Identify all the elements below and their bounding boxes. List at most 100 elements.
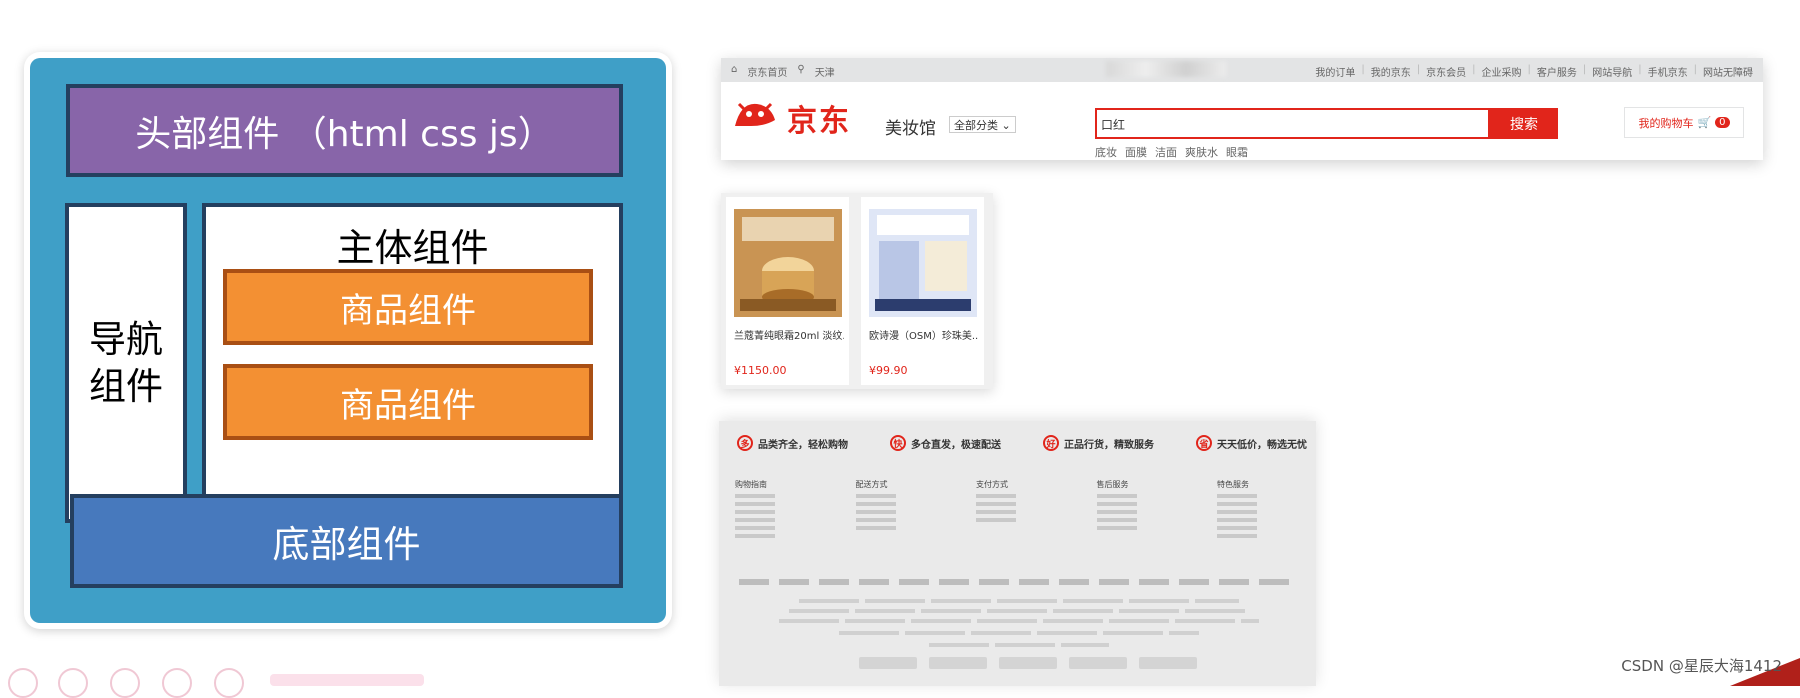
slogan-item: 好正品行货，精致服务 (1043, 435, 1154, 451)
topbar-links: 我的订单 | 我的京东 | 京东会员 | 企业采购 | 客户服务 | 网站导航 | 手机京东… (1315, 64, 1753, 79)
footer-badge (999, 657, 1057, 669)
jd-header-screenshot: ⌂ 京东首页 ⚲ 天津 我的订单 | 我的京东 | 京东会员 | 企业采购 | 客户服务… (721, 58, 1763, 160)
jd-logo[interactable]: 京东 (731, 88, 851, 139)
hot-word[interactable]: 洁面 (1155, 144, 1177, 160)
separator: | (1638, 64, 1642, 75)
footer-column-title: 购物指南 (735, 480, 767, 489)
topbar-location[interactable]: 天津 (815, 64, 835, 79)
separator: | (1361, 64, 1365, 75)
main-component-title: 主体组件 (336, 226, 489, 270)
slogan-badge-icon: 多 (737, 435, 753, 451)
separator: | (1472, 64, 1476, 75)
footer-legal-line (929, 643, 1109, 647)
footer-badges (859, 657, 1219, 671)
main-component-block: 主体组件 商品组件 商品组件 (202, 203, 623, 523)
jd-footer-screenshot: 多品类齐全，轻松购物 快多仓直发，极速配送 好正品行货，精致服务 省天天低价，畅… (719, 421, 1316, 686)
pen-icon[interactable] (8, 668, 38, 698)
slogan-item: 省天天低价，畅选无忧 (1196, 435, 1307, 451)
category-label: 全部分类 (954, 119, 998, 132)
topbar-link[interactable]: 我的订单 (1315, 64, 1355, 79)
separator: | (1527, 64, 1531, 75)
footer-component-block: 底部组件 (70, 494, 623, 588)
channel-name: 美妆馆 (885, 119, 936, 139)
screen-icon[interactable] (162, 668, 192, 698)
footer-badge (859, 657, 917, 669)
slogan-text: 品类齐全，轻松购物 (758, 439, 848, 451)
hot-word[interactable]: 底妆 (1095, 144, 1117, 160)
slogan-badge-icon: 好 (1043, 435, 1059, 451)
footer-column-title: 配送方式 (855, 480, 888, 489)
footer-column-title: 支付方式 (976, 480, 1008, 489)
slogan-badge-icon: 快 (890, 435, 906, 451)
product-image (734, 209, 842, 317)
product-component-block-2: 商品组件 (223, 364, 593, 440)
hot-word[interactable]: 面膜 (1125, 144, 1147, 160)
topbar-link[interactable]: 网站无障碍 (1703, 64, 1753, 79)
slogan-badge-icon: 省 (1196, 435, 1212, 451)
hot-word[interactable]: 眼霜 (1226, 144, 1248, 160)
jd-logo-text: 京东 (787, 104, 851, 139)
product-list-screenshot: 兰蔻菁纯眼霜20ml 淡纹... ¥1150.00 欧诗漫（OSM）珍珠美...… (721, 193, 993, 389)
nav-component-label: 导航 组件 (89, 318, 163, 408)
zoom-icon[interactable] (110, 668, 140, 698)
search-button[interactable]: 搜索 (1490, 108, 1558, 139)
nav-component-block: 导航 组件 (65, 203, 187, 523)
topbar-link[interactable]: 手机京东 (1648, 64, 1688, 79)
product-name[interactable]: 兰蔻菁纯眼霜20ml 淡纹... (734, 327, 844, 342)
footer-legal-line (789, 609, 1249, 613)
slogan-item: 多品类齐全，轻松购物 (737, 435, 848, 451)
footer-column: 购物指南 (735, 479, 823, 542)
product-price: ¥99.90 (869, 364, 908, 377)
topbar-link[interactable]: 企业采购 (1482, 64, 1522, 79)
footer-column-title: 特色服务 (1217, 480, 1249, 489)
footer-column: 特色服务 (1217, 479, 1305, 542)
cart-icon: 🛒 (1697, 116, 1712, 129)
footer-column: 配送方式 (855, 479, 944, 542)
search-input[interactable]: 口红 (1095, 108, 1490, 139)
toolbar-bar (270, 674, 424, 686)
cart-count-badge: 0 (1715, 117, 1730, 128)
component-diagram: 头部组件 （html css js） 导航 组件 主体组件 商品组件 商品组件 … (30, 58, 666, 623)
product-price: ¥1150.00 (734, 364, 787, 377)
jd-topbar: ⌂ 京东首页 ⚲ 天津 我的订单 | 我的京东 | 京东会员 | 企业采购 | 客户服务… (721, 58, 1763, 82)
chevron-down-icon: ⌄ (1001, 119, 1011, 132)
hot-word[interactable]: 爽肤水 (1185, 144, 1218, 160)
separator: | (1416, 64, 1421, 75)
home-icon: ⌂ (731, 64, 738, 75)
topbar-link[interactable]: 我的京东 (1371, 64, 1411, 79)
topbar-home-link[interactable]: 京东首页 (747, 64, 787, 79)
product-card[interactable]: 欧诗漫（OSM）珍珠美... ¥99.90 (861, 197, 984, 385)
category-dropdown[interactable]: 全部分类 ⌄ (949, 116, 1016, 133)
image-icon[interactable] (214, 668, 244, 698)
footer-columns: 购物指南 配送方式 支付方式 售后服务 特色服务 (735, 479, 1305, 542)
slogan-text: 天天低价，畅选无忧 (1217, 439, 1307, 451)
hot-words: 底妆 面膜 洁面 爽肤水 眼霜 (1095, 144, 1248, 160)
highlighter-icon[interactable] (58, 668, 88, 698)
footer-link-row (739, 579, 1299, 585)
location-icon: ⚲ (797, 64, 805, 75)
topbar-link[interactable]: 网站导航 (1592, 64, 1632, 79)
service-slogans: 多品类齐全，轻松购物 快多仓直发，极速配送 好正品行货，精致服务 省天天低价，畅… (737, 435, 1307, 451)
cart-label: 我的购物车 (1638, 116, 1694, 130)
topbar-left: ⌂ 京东首页 ⚲ 天津 (731, 64, 835, 79)
topbar-link[interactable]: 京东会员 (1426, 64, 1466, 79)
csdn-watermark: CSDN @星辰大海1412 (1621, 657, 1782, 675)
product-component-block-1: 商品组件 (223, 269, 593, 345)
footer-badge (1069, 657, 1127, 669)
cart-button[interactable]: 我的购物车 🛒 0 (1624, 107, 1744, 138)
topbar-link[interactable]: 客户服务 (1537, 64, 1577, 79)
product-image (869, 209, 977, 317)
footer-legal-line (779, 619, 1259, 623)
separator: | (1582, 64, 1587, 75)
footer-badge (1139, 657, 1197, 669)
slogan-text: 多仓直发，极速配送 (911, 439, 1001, 451)
footer-column: 支付方式 (976, 479, 1064, 542)
footer-column: 售后服务 (1096, 479, 1185, 542)
product-name[interactable]: 欧诗漫（OSM）珍珠美... (869, 327, 979, 342)
slogan-text: 正品行货，精致服务 (1064, 439, 1154, 451)
header-component-block: 头部组件 （html css js） (66, 84, 623, 177)
slogan-item: 快多仓直发，极速配送 (890, 435, 1001, 451)
product-card[interactable]: 兰蔻菁纯眼霜20ml 淡纹... ¥1150.00 (726, 197, 849, 385)
footer-legal-line (799, 599, 1239, 603)
footer-badge (929, 657, 987, 669)
